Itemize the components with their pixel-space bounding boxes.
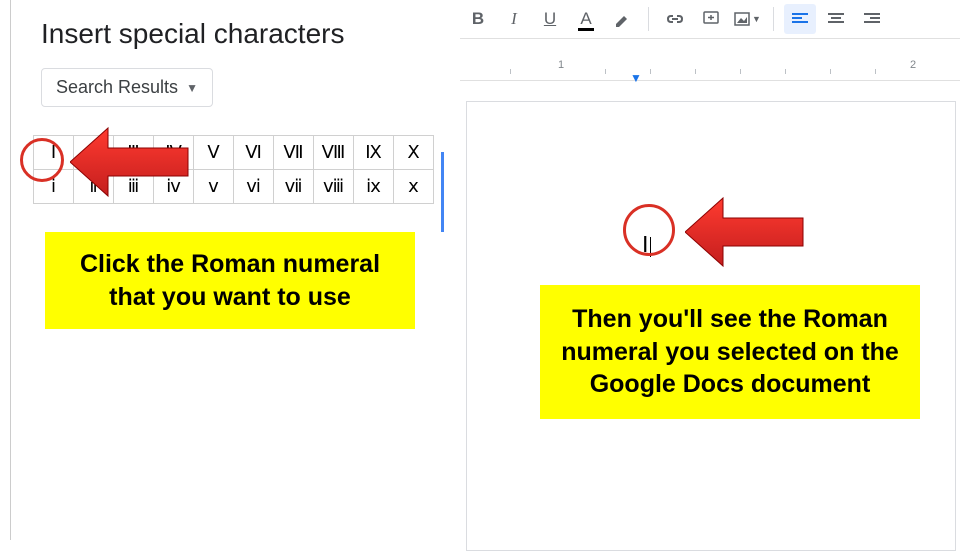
char-cell[interactable]: Ⅰ — [34, 136, 74, 170]
toolbar-separator — [648, 7, 649, 31]
char-cell[interactable]: Ⅷ — [314, 136, 354, 170]
format-toolbar: B I U A ▼ — [460, 0, 960, 39]
comment-button[interactable] — [695, 4, 727, 34]
arrow-annotation — [685, 190, 815, 280]
char-cell[interactable]: ⅵ — [234, 170, 274, 204]
char-cell[interactable]: ⅰ — [34, 170, 74, 204]
underline-button[interactable]: U — [534, 4, 566, 34]
char-cell[interactable]: ⅷ — [314, 170, 354, 204]
arrow-annotation — [70, 120, 200, 210]
toolbar-separator — [773, 7, 774, 31]
image-button[interactable]: ▼ — [731, 4, 763, 34]
align-left-button[interactable] — [784, 4, 816, 34]
indent-marker-icon[interactable]: ▼ — [630, 71, 642, 85]
instruction-callout: Then you'll see the Roman numeral you se… — [540, 285, 920, 419]
char-cell[interactable]: ⅸ — [354, 170, 394, 204]
inserted-character: Ⅰ — [642, 232, 651, 258]
align-center-button[interactable] — [820, 4, 852, 34]
chevron-down-icon: ▼ — [752, 14, 761, 24]
italic-button[interactable]: I — [498, 4, 530, 34]
chevron-down-icon: ▼ — [186, 81, 198, 95]
char-cell[interactable]: Ⅶ — [274, 136, 314, 170]
search-results-dropdown[interactable]: Search Results ▼ — [41, 68, 213, 107]
link-button[interactable] — [659, 4, 691, 34]
ruler-number: 2 — [910, 59, 916, 71]
char-cell[interactable]: Ⅹ — [394, 136, 434, 170]
horizontal-ruler[interactable]: 1 ▼ 2 — [460, 51, 960, 81]
ruler-number: 1 — [558, 59, 564, 71]
char-cell[interactable]: ⅶ — [274, 170, 314, 204]
panel-title: Insert special characters — [11, 0, 455, 68]
dropdown-label: Search Results — [56, 77, 178, 98]
bold-button[interactable]: B — [462, 4, 494, 34]
char-cell[interactable]: Ⅸ — [354, 136, 394, 170]
text-cursor — [650, 237, 651, 257]
grid-scrollbar[interactable] — [441, 152, 444, 232]
highlight-button[interactable] — [606, 4, 638, 34]
char-cell[interactable]: Ⅵ — [234, 136, 274, 170]
color-indicator — [578, 28, 594, 31]
char-cell[interactable]: ⅹ — [394, 170, 434, 204]
align-right-button[interactable] — [856, 4, 888, 34]
text-color-button[interactable]: A — [570, 4, 602, 34]
instruction-callout: Click the Roman numeral that you want to… — [45, 232, 415, 329]
